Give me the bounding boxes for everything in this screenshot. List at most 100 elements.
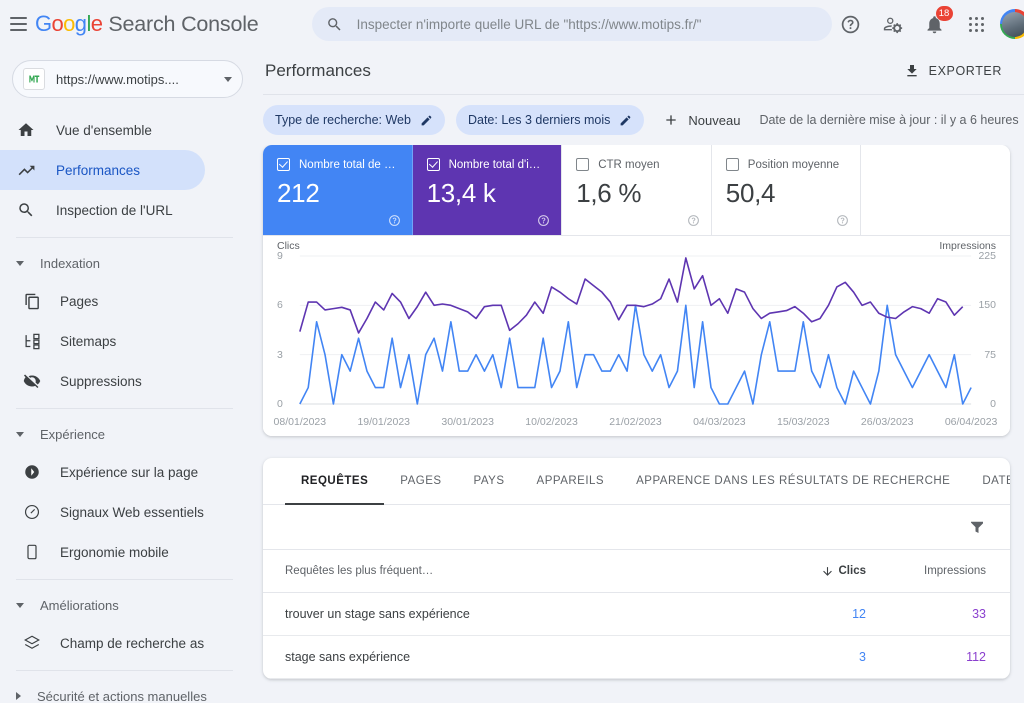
divider <box>16 579 233 580</box>
column-header-clicks[interactable]: Clics <box>746 565 866 578</box>
table-row[interactable]: trouver un stage sans expérience 12 33 <box>263 593 1010 636</box>
checkbox-total-impressions[interactable] <box>426 158 440 171</box>
metric-card-average-position[interactable]: Position moyenne 50,4 <box>712 145 862 235</box>
filter-chip-label: Date: Les 3 derniers mois <box>467 113 611 127</box>
help-circle-icon[interactable] <box>537 214 550 227</box>
sidebar-group-security[interactable]: Sécurité et actions manuelles <box>0 678 255 703</box>
pages-icon <box>20 293 44 310</box>
main-content: Performances EXPORTER Type de recherche:… <box>255 48 1024 703</box>
metric-value: 50,4 <box>725 178 776 208</box>
sidebar-item-page-experience[interactable]: Expérience sur la page <box>0 452 205 492</box>
checkbox-total-clicks[interactable] <box>277 158 290 171</box>
tab-appareils[interactable]: APPAREILS <box>521 458 621 504</box>
chevron-down-icon <box>16 431 24 437</box>
table-toolbar <box>263 505 1010 550</box>
cell-impressions: 112 <box>966 650 986 664</box>
add-filter-button[interactable]: Nouveau <box>655 107 748 133</box>
search-input[interactable] <box>356 16 818 32</box>
property-selector[interactable]: https://www.motips.... <box>12 60 243 98</box>
metric-card-total-impressions[interactable]: Nombre total d'im… 13,4 k <box>412 145 563 235</box>
product-name: Search Console <box>108 12 259 36</box>
sidebar-item-mobile-usability[interactable]: Ergonomie mobile <box>0 532 205 572</box>
sidebar-group-label: Améliorations <box>40 597 119 613</box>
sidebar-item-performance[interactable]: Performances <box>0 150 205 190</box>
metric-card-average-ctr[interactable]: CTR moyen 1,6 % <box>562 145 712 235</box>
help-circle-icon[interactable] <box>687 214 700 227</box>
account-settings-icon[interactable] <box>874 5 912 43</box>
bell-icon[interactable]: 18 <box>916 5 954 43</box>
column-header-clicks-label: Clics <box>838 565 867 577</box>
metric-card-total-clicks[interactable]: Nombre total de c… 212 <box>263 145 413 235</box>
funnel-icon[interactable] <box>968 518 986 536</box>
scroll-area[interactable]: Nombre total de c… 212 Nombre total d'im… <box>255 145 1024 703</box>
metric-value: 13,4 k <box>426 178 496 208</box>
chevron-down-icon <box>16 260 24 266</box>
table-body: trouver un stage sans expérience 12 33 stag… <box>263 593 1010 679</box>
help-circle-icon[interactable] <box>836 214 849 227</box>
tab-requ-tes[interactable]: REQUÊTES <box>285 458 385 505</box>
metric-cards: Nombre total de c… 212 Nombre total d'im… <box>263 145 1010 236</box>
metric-card-spacer <box>861 145 1010 235</box>
sidebar-item-url-inspection[interactable]: Inspection de l'URL <box>0 190 205 230</box>
table-row[interactable]: stage sans expérience 3 112 <box>263 636 1010 679</box>
sidebar-group-enhancements[interactable]: Améliorations <box>0 587 255 623</box>
sitemap-icon <box>20 333 44 350</box>
dimension-table-card: REQUÊTES PAGES PAYS APPAREILS APPARENCE DANS… <box>263 458 1010 679</box>
avatar[interactable] <box>999 9 1024 39</box>
dimension-tabs: REQUÊTES PAGES PAYS APPAREILS APPARENCE DANS… <box>263 458 1010 505</box>
sidebar-item-overview[interactable]: Vue d'ensemble <box>0 110 205 150</box>
cell-clicks: 12 <box>852 607 866 621</box>
sidebar-item-sitemaps[interactable]: Sitemaps <box>0 321 205 361</box>
page-body: https://www.motips.... Vue d'ensemble Pe… <box>0 48 1024 703</box>
filter-chip-search-type[interactable]: Type de recherche: Web <box>263 105 445 135</box>
tab-apparence-dans-les-r-sultats-de-recherche[interactable]: APPARENCE DANS LES RÉSULTATS DE RECHERCH… <box>620 458 966 504</box>
sidebar-item-core-web-vitals[interactable]: Signaux Web essentiels <box>0 492 205 532</box>
eye-off-icon <box>20 372 44 390</box>
sidebar-group-label: Sécurité et actions manuelles <box>37 688 207 703</box>
metric-value: 1,6 % <box>576 178 642 208</box>
tab-pays[interactable]: PAYS <box>458 458 521 504</box>
sidebar-item-label: Expérience sur la page <box>60 464 199 480</box>
column-header-impressions[interactable]: Impressions <box>866 565 986 577</box>
pencil-icon <box>621 115 631 125</box>
sidebar-item-label: Ergonomie mobile <box>60 544 169 560</box>
filter-chip-date[interactable]: Date: Les 3 derniers mois <box>455 105 645 135</box>
table-header: Requêtes les plus fréquent… Clics Impres… <box>263 550 1010 593</box>
sidebar-group-indexation[interactable]: Indexation <box>0 245 255 281</box>
url-inspection-search[interactable] <box>311 7 832 41</box>
checkbox-average-ctr[interactable] <box>576 158 590 171</box>
search-icon <box>327 17 341 31</box>
divider <box>16 408 233 409</box>
sidebar-item-sitelinks-searchbox[interactable]: Champ de recherche as… <box>0 623 205 663</box>
checkbox-average-position[interactable] <box>725 158 739 171</box>
top-bar: Google Search Console 18 <box>0 0 1024 48</box>
notification-badge: 18 <box>935 6 953 21</box>
column-header-query[interactable]: Requêtes les plus fréquent… <box>285 565 746 577</box>
sidebar-item-label: Vue d'ensemble <box>56 122 152 138</box>
apps-grid-icon[interactable] <box>958 5 996 43</box>
mobile-icon <box>20 544 44 560</box>
plus-icon <box>666 115 677 125</box>
hamburger-icon[interactable] <box>10 6 27 42</box>
sidebar-item-label: Champ de recherche as… <box>60 635 205 651</box>
google-logo: Google <box>35 11 103 36</box>
performance-chart[interactable]: Clics Impressions 0 3 6 9 0 75 150 225 08/01/202… <box>263 236 1010 436</box>
pencil-icon <box>421 115 432 125</box>
sidebar-group-experience[interactable]: Expérience <box>0 416 255 452</box>
brand-logo: Google Search Console <box>35 11 259 37</box>
filter-chip-label: Type de recherche: Web <box>275 113 411 127</box>
metric-value: 212 <box>277 178 320 208</box>
sidebar-item-removals[interactable]: Suppressions <box>0 361 205 401</box>
page-header: Performances EXPORTER <box>255 48 1024 94</box>
sidebar-item-pages[interactable]: Pages <box>0 281 205 321</box>
tab-pages[interactable]: PAGES <box>384 458 457 504</box>
sidebar: https://www.motips.... Vue d'ensemble Pe… <box>0 48 255 703</box>
help-circle-icon[interactable] <box>832 5 870 43</box>
layers-icon <box>20 634 44 652</box>
export-button[interactable]: EXPORTER <box>896 57 1010 85</box>
metric-label: Nombre total de c… <box>299 158 398 171</box>
tab-dates[interactable]: DATES <box>966 458 1010 504</box>
chart-series-impressions <box>300 258 963 333</box>
help-circle-icon[interactable] <box>388 214 401 227</box>
metric-label: CTR moyen <box>598 158 660 171</box>
